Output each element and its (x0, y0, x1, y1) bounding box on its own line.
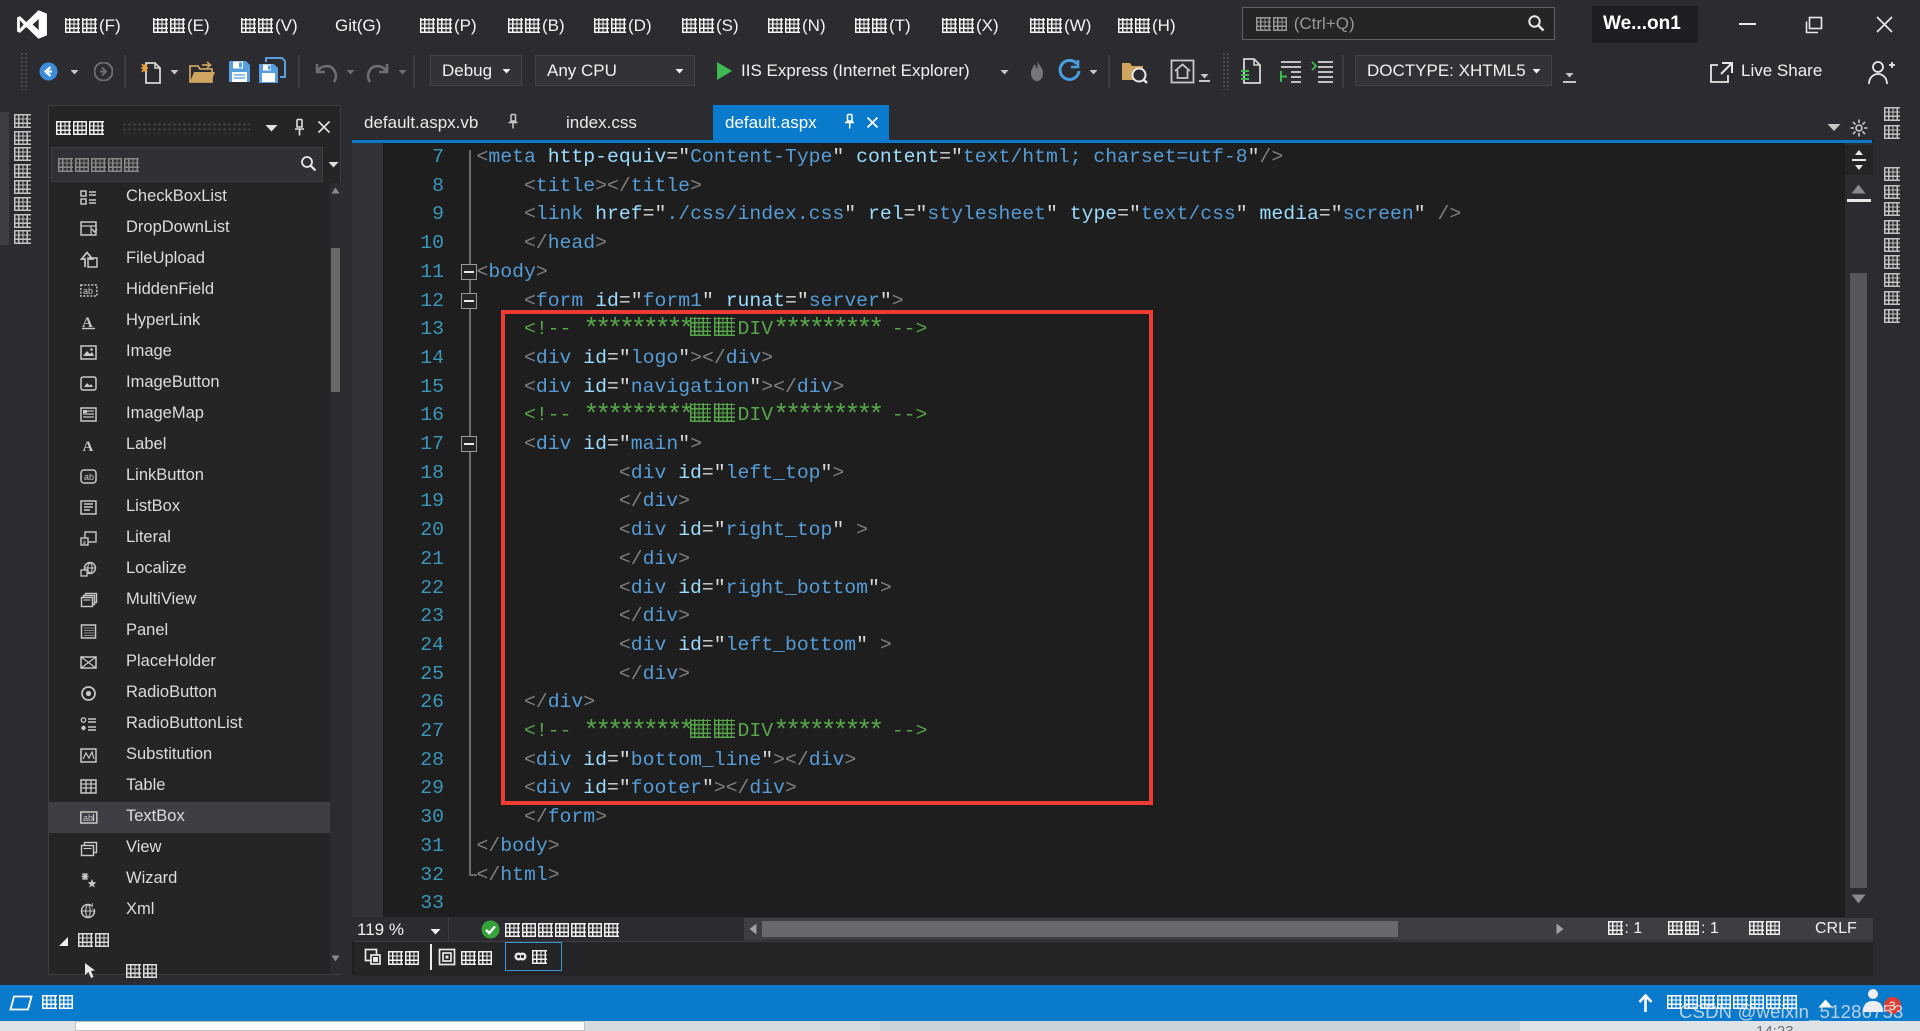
svg-text:ab: ab (83, 286, 93, 296)
svg-text:!: ! (92, 902, 94, 911)
svg-text:ab: ab (83, 813, 93, 823)
svg-text:ab: ab (84, 472, 94, 482)
svg-text:A: A (83, 439, 94, 454)
svg-text:A: A (82, 315, 93, 330)
